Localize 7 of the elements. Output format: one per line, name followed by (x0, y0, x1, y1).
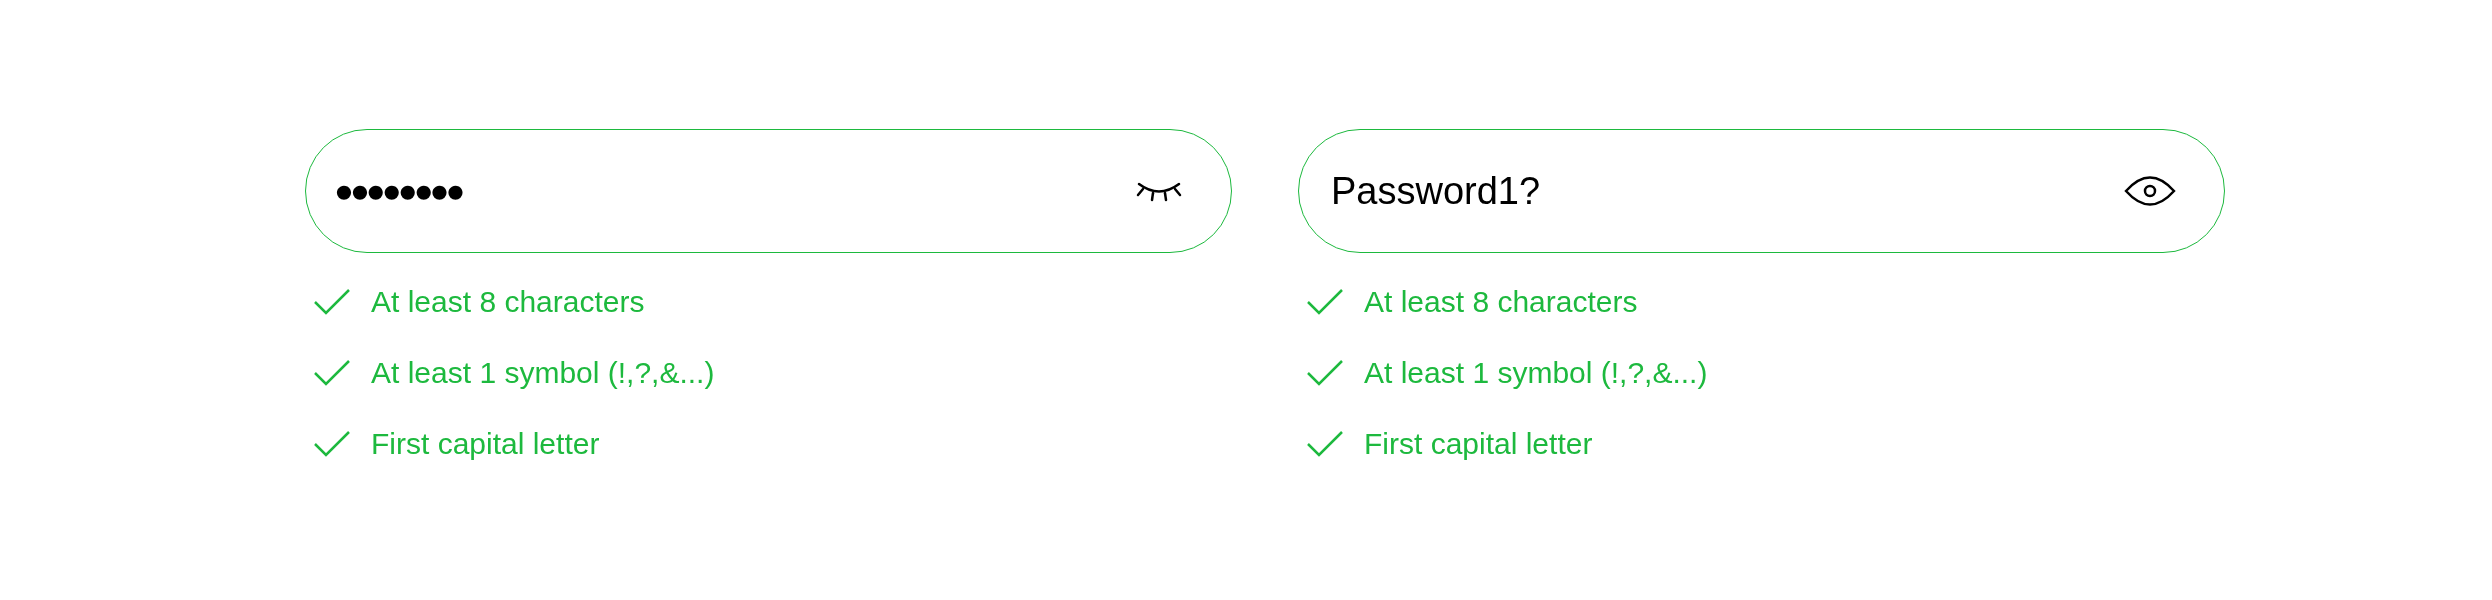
eye-icon[interactable] (2124, 174, 2176, 208)
requirement-text: At least 8 characters (1364, 284, 1638, 319)
requirement-text: First capital letter (1364, 426, 1593, 461)
requirement-text: At least 1 symbol (!,?,&...) (1364, 355, 1708, 390)
requirement-text: At least 8 characters (371, 284, 645, 319)
requirement-text: First capital letter (371, 426, 600, 461)
requirement-text: At least 1 symbol (!,?,&...) (371, 355, 715, 390)
